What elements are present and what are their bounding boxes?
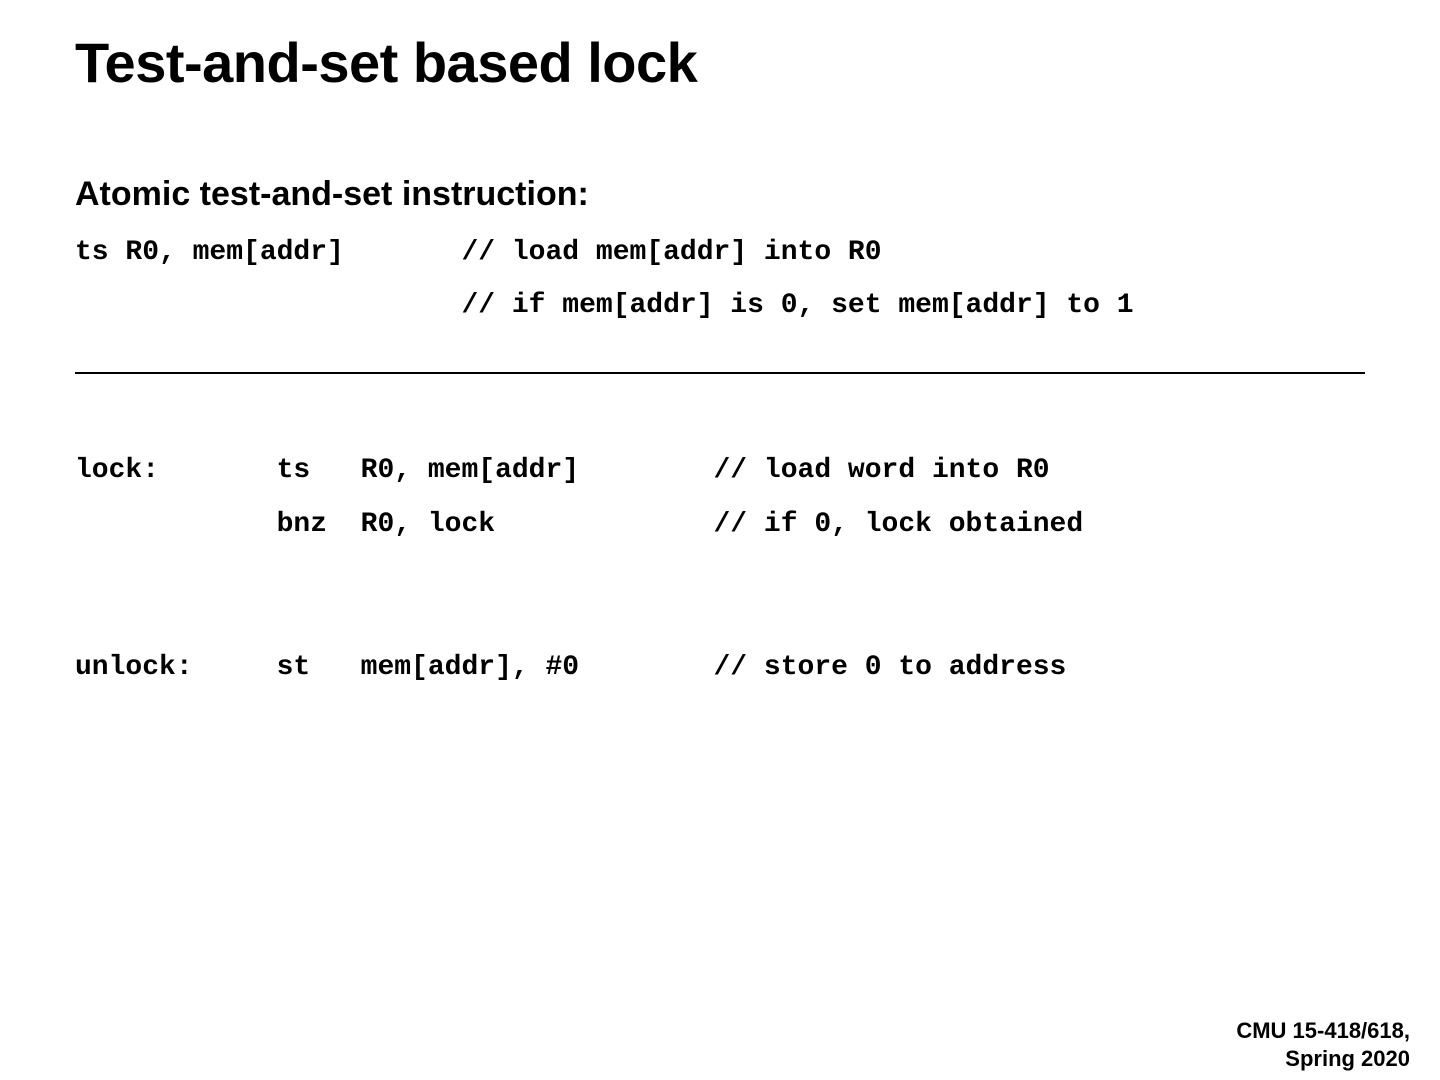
- code-line: // if mem[addr] is 0, set mem[addr] to 1: [75, 290, 1134, 321]
- footer-term: Spring 2020: [1236, 1045, 1410, 1073]
- code-line: bnz R0, lock // if 0, lock obtained: [75, 509, 1083, 540]
- code-line: ts R0, mem[addr] // load mem[addr] into …: [75, 237, 882, 268]
- code-line: lock: ts R0, mem[addr] // load word into…: [75, 455, 1050, 486]
- section-heading-atomic: Atomic test-and-set instruction:: [75, 175, 1365, 214]
- slide-footer: CMU 15-418/618, Spring 2020: [1236, 1017, 1410, 1072]
- code-block-lock: lock: ts R0, mem[addr] // load word into…: [75, 444, 1365, 550]
- slide-title: Test-and-set based lock: [75, 30, 1365, 95]
- code-block-unlock: unlock: st mem[addr], #0 // store 0 to a…: [75, 641, 1365, 694]
- footer-course: CMU 15-418/618,: [1236, 1017, 1410, 1045]
- slide-content: Test-and-set based lock Atomic test-and-…: [0, 0, 1440, 694]
- code-block-atomic: ts R0, mem[addr] // load mem[addr] into …: [75, 226, 1365, 332]
- code-line: unlock: st mem[addr], #0 // store 0 to a…: [75, 652, 1066, 683]
- divider-line: [75, 372, 1365, 374]
